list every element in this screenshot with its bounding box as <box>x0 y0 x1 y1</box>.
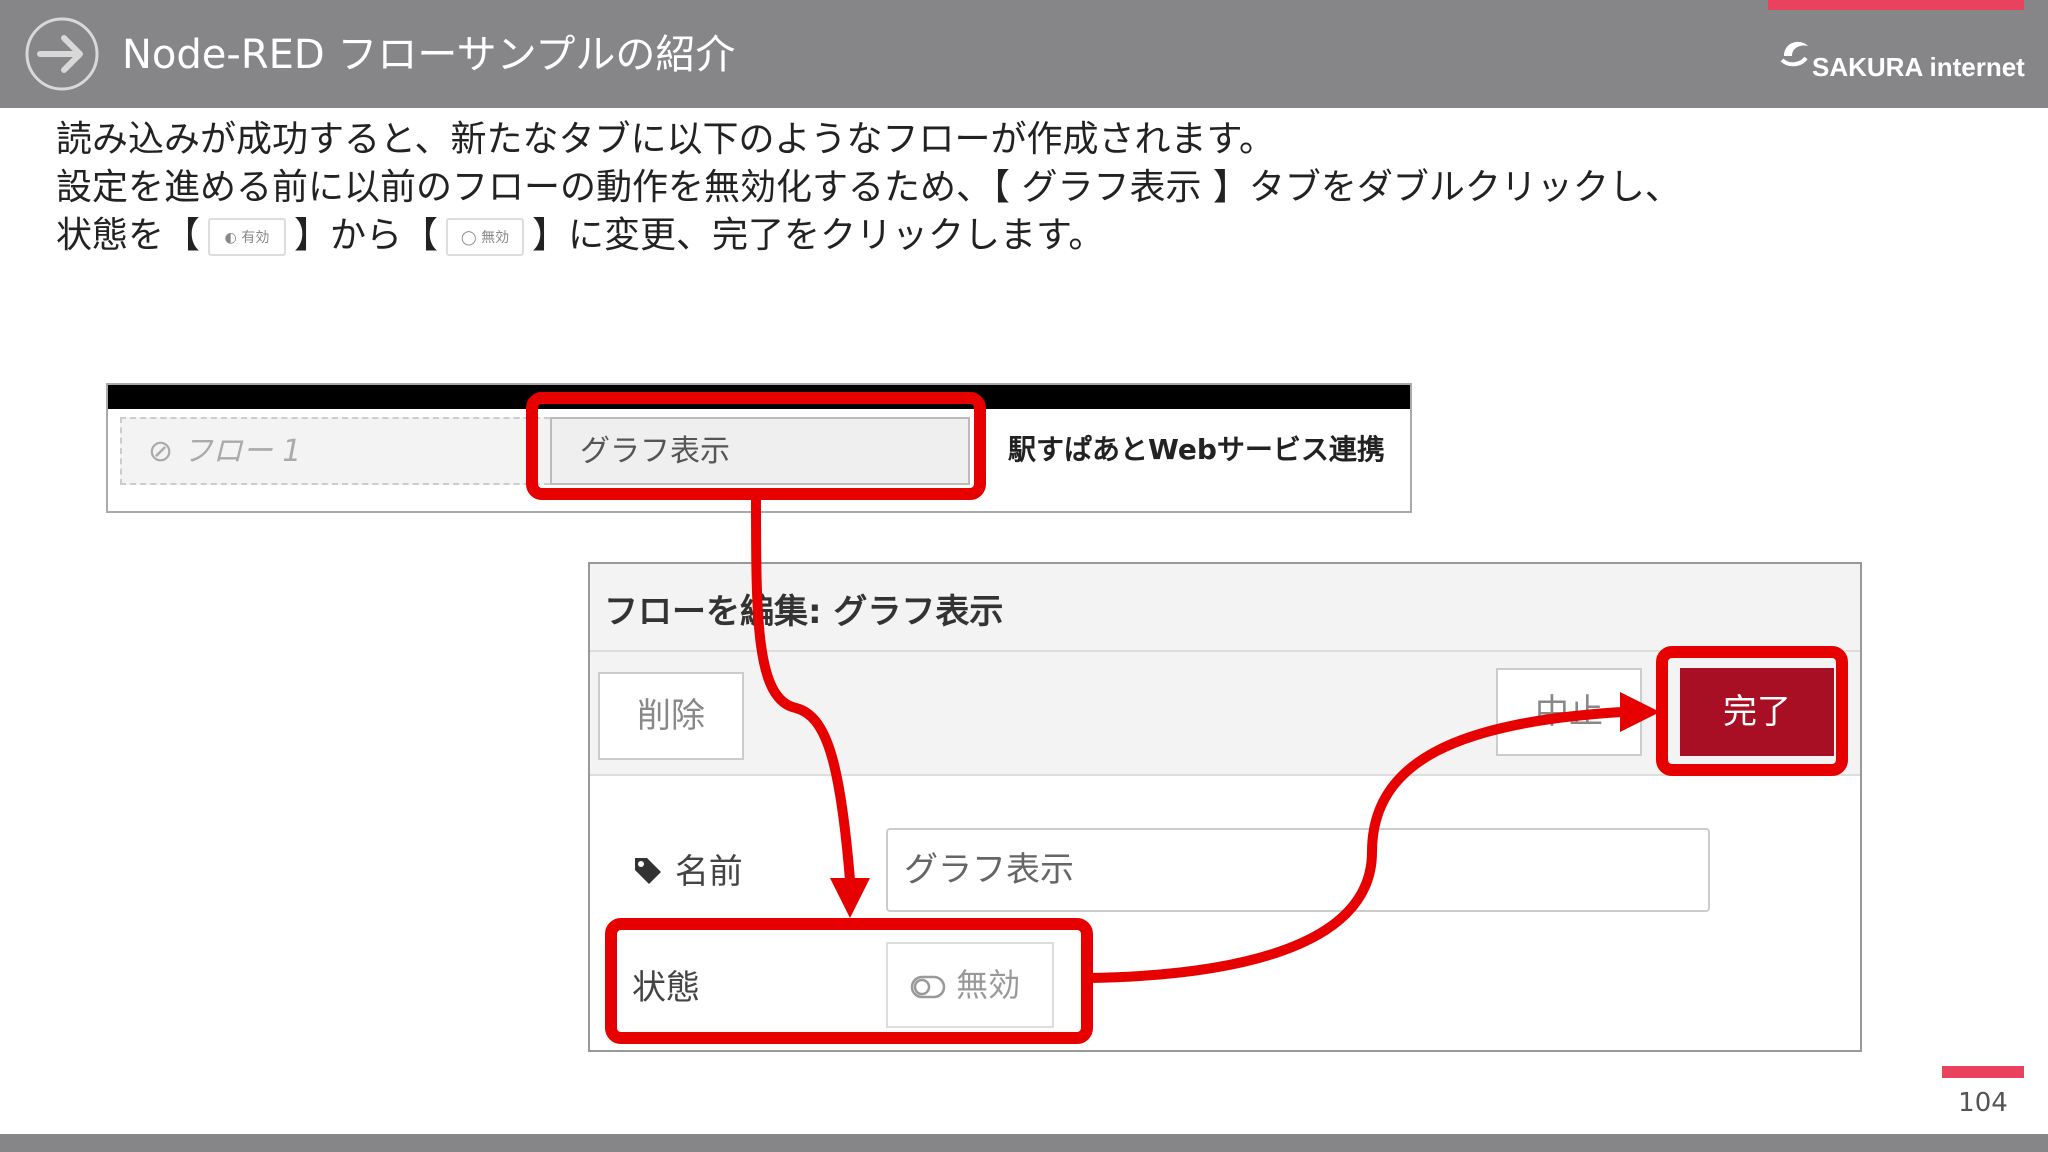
flow-tab-bar: ⊘ フロー 1 グラフ表示 駅すぱあとWebサービス連携 <box>106 383 1412 513</box>
enabled-toggle-label: 有効 <box>241 230 270 246</box>
name-field-label: 名前 <box>632 844 743 893</box>
name-input[interactable]: グラフ表示 <box>886 828 1710 912</box>
sakura-logo-icon <box>1780 41 1808 67</box>
header-accent-bar <box>1768 0 2024 10</box>
cancel-button[interactable]: 中止 <box>1496 668 1642 756</box>
delete-button[interactable]: 削除 <box>598 672 744 760</box>
page-number: 104 <box>1958 1088 2008 1118</box>
instruction-line-2: 設定を進める前に以前のフローの動作を無効化するため、【 グラフ表示 】タブをダブ… <box>56 167 1681 208</box>
done-button[interactable]: 完了 <box>1680 668 1834 756</box>
status-toggle-label: 無効 <box>956 966 1021 1004</box>
instruction-text: 読み込みが成功すると、新たなタブに以下のようなフローが作成されます。 設定を進め… <box>56 116 1681 260</box>
tab-flow-1[interactable]: ⊘ フロー 1 <box>120 417 560 485</box>
name-label-text: 名前 <box>674 852 743 892</box>
instruction-line-3-part-b: 】から【 <box>294 215 439 256</box>
instruction-line-3-part-a: 状態を【 <box>56 215 201 256</box>
tab-graph-display[interactable]: グラフ表示 <box>550 417 970 485</box>
status-field-label: 状態 <box>632 968 700 1008</box>
disabled-toggle-sample: ◯ 無効 <box>446 218 525 256</box>
instruction-line-1: 読み込みが成功すると、新たなタブに以下のようなフローが作成されます。 <box>56 119 1275 160</box>
tab-ekispert-label: 駅すぱあとWebサービス連携 <box>1008 433 1385 466</box>
tag-icon <box>635 858 661 884</box>
page-number-accent <box>1942 1066 2024 1078</box>
instruction-line-3-part-c: 】に変更、完了をクリックします。 <box>532 215 1105 256</box>
disabled-toggle-label: 無効 <box>481 230 510 246</box>
dialog-toolbar: 削除 中止 完了 <box>590 652 1860 776</box>
edit-flow-dialog: フローを編集: グラフ表示 削除 中止 完了 名前 グラフ表示 状態 無効 <box>588 562 1862 1052</box>
brand-logo: SAKURA internet <box>1780 34 2025 84</box>
slide-header: Node-RED フローサンプルの紹介 SAKURA internet <box>0 0 2048 108</box>
disabled-icon: ⊘ <box>148 434 174 469</box>
instruction-line-3: 状態を【 ◐ 有効 】から【 ◯ 無効 】に変更、完了をクリックします。 <box>56 212 1681 260</box>
brand-name: SAKURA internet <box>1812 52 2025 82</box>
enabled-toggle-sample: ◐ 有効 <box>208 218 287 256</box>
tab-ekispert-webservice[interactable]: 駅すぱあとWebサービス連携 <box>1008 417 1408 485</box>
status-toggle[interactable]: 無効 <box>886 942 1054 1028</box>
tab-bar-top-strip <box>108 385 1410 409</box>
slide-title: Node-RED フローサンプルの紹介 <box>122 32 736 78</box>
page-number-box: 104 <box>1942 1066 2024 1134</box>
tab-flow-1-label: フロー 1 <box>182 434 302 469</box>
dialog-header: フローを編集: グラフ表示 <box>590 564 1860 652</box>
tab-graph-display-label: グラフ表示 <box>580 434 730 469</box>
arrow-right-icon <box>25 17 99 91</box>
dialog-title: フローを編集: グラフ表示 <box>604 592 1004 632</box>
toggle-off-icon <box>910 975 946 999</box>
footer-bar <box>0 1134 2048 1152</box>
